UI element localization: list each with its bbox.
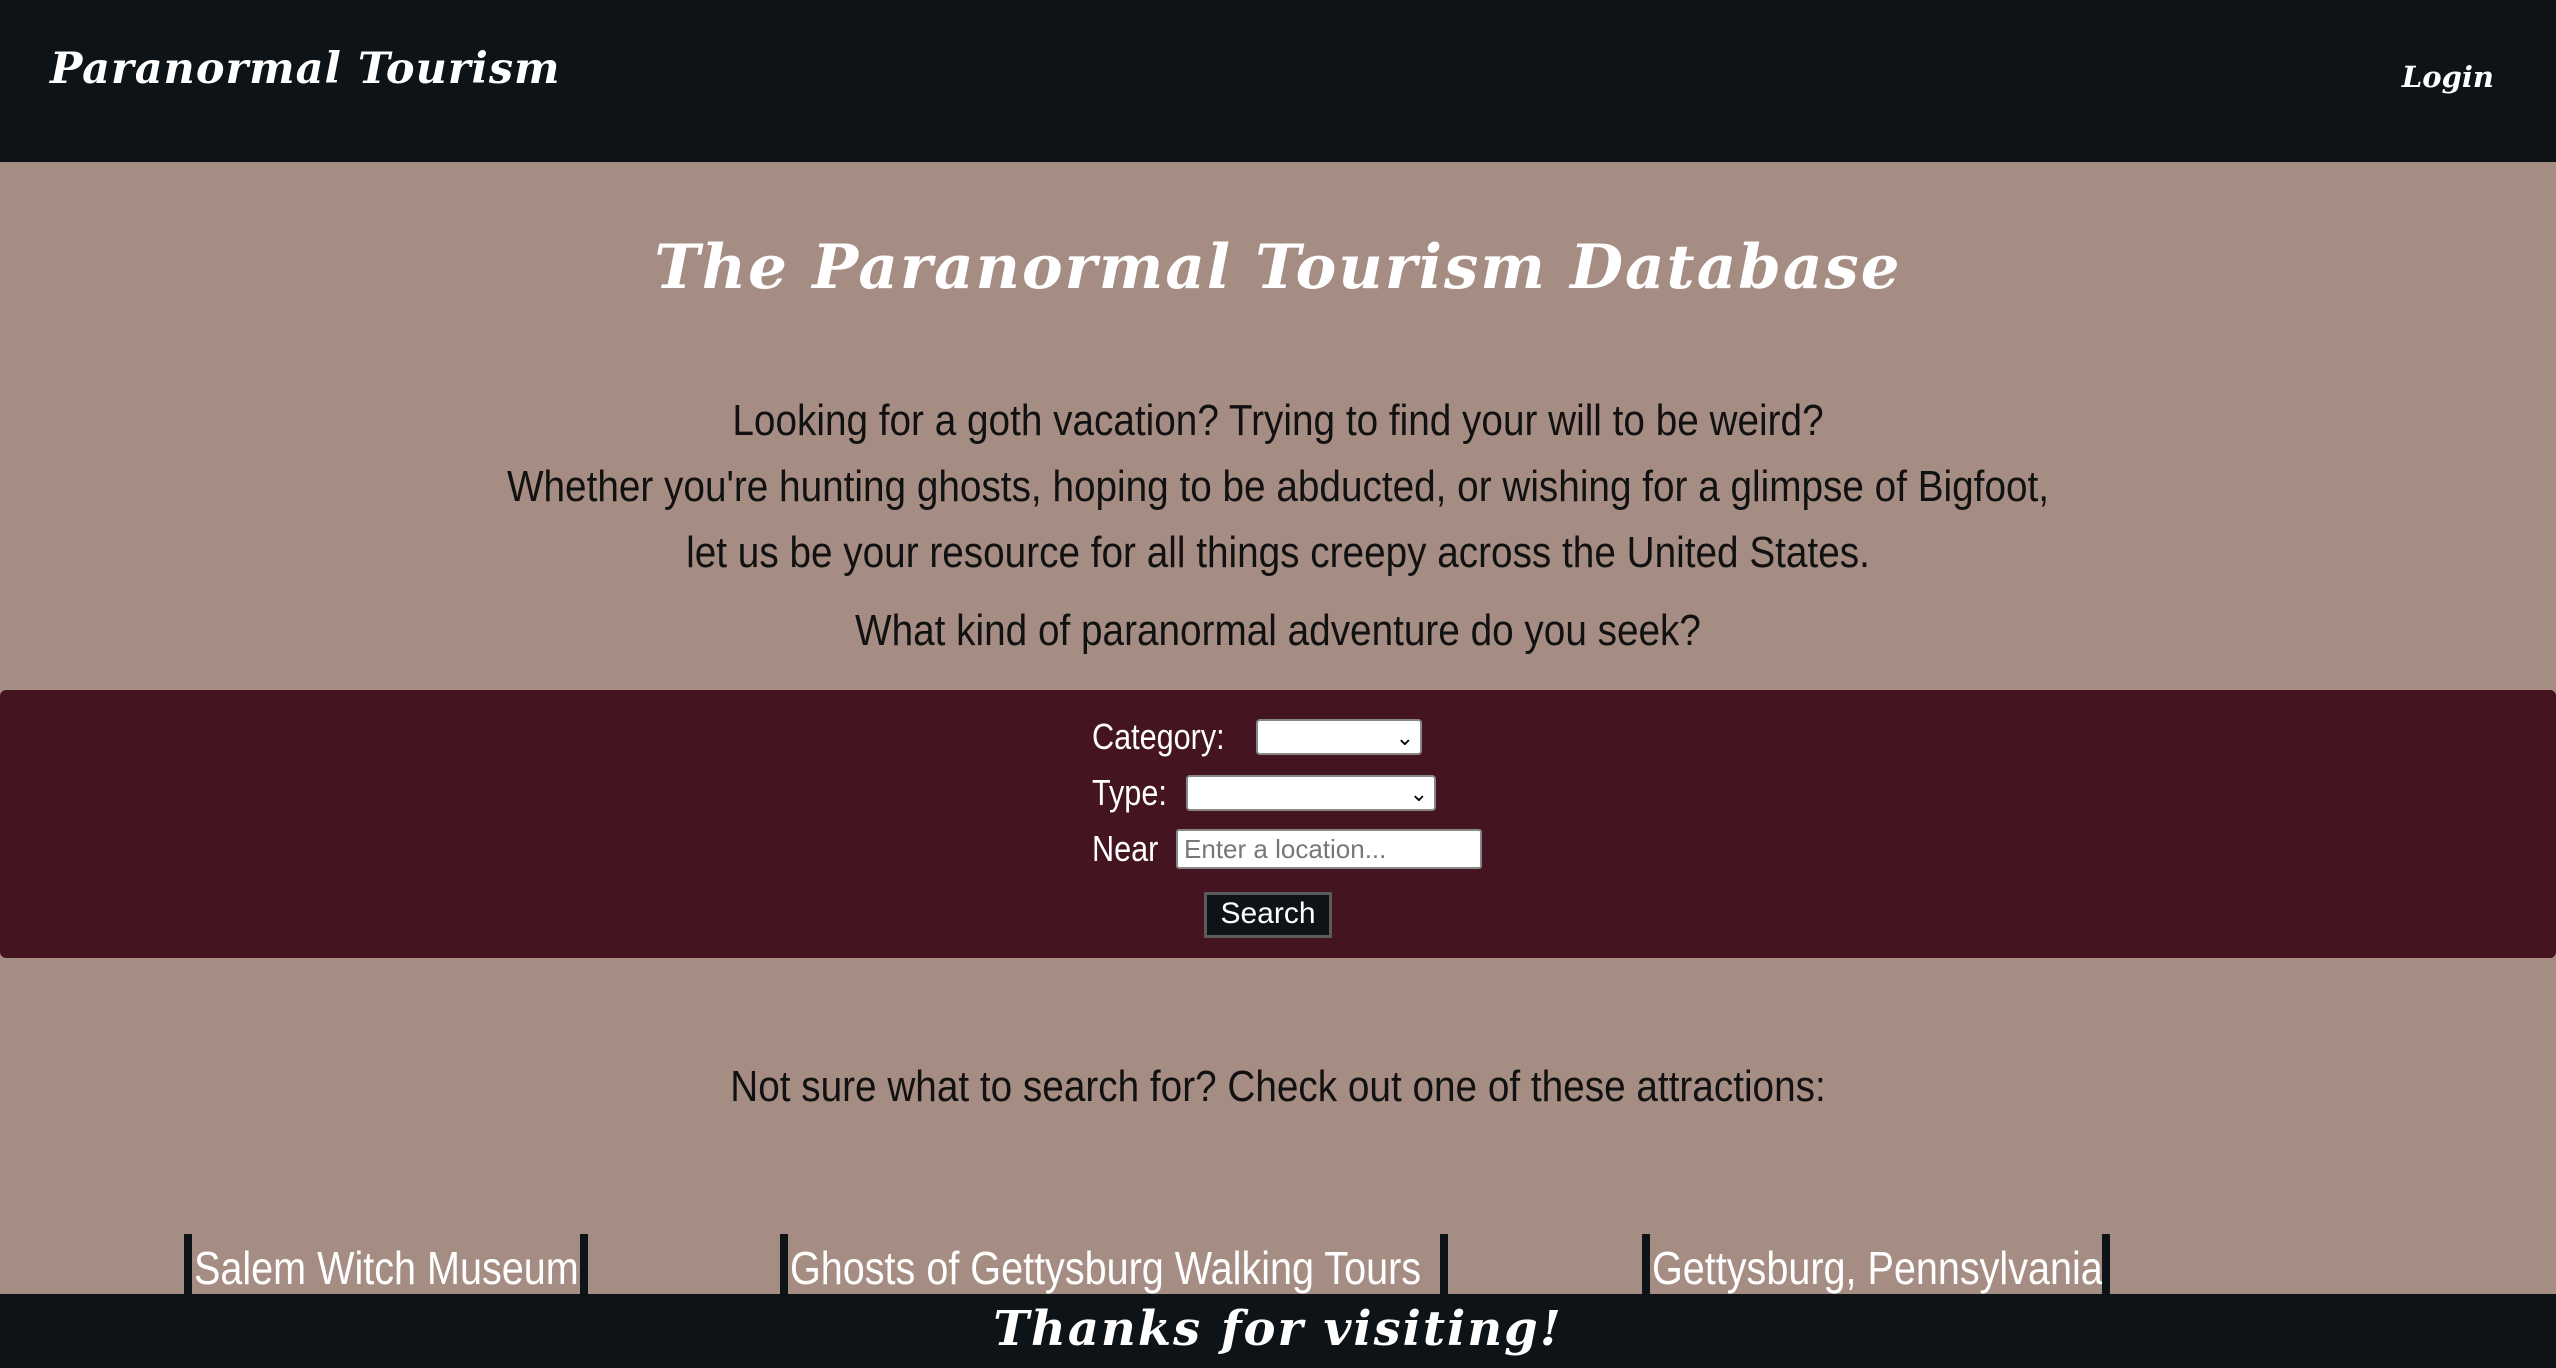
brand-logo-text[interactable]: Paranormal Tourism xyxy=(50,44,561,94)
navbar: Paranormal Tourism Login xyxy=(0,0,2556,162)
type-select[interactable]: ⌄ xyxy=(1186,775,1437,811)
attraction-link-salem-witch-museum[interactable]: Salem Witch Museum xyxy=(184,1234,588,1294)
search-prompt: What kind of paranormal adventure do you… xyxy=(855,606,1701,655)
login-link[interactable]: Login xyxy=(2402,60,2494,94)
location-input[interactable] xyxy=(1176,829,1483,869)
attraction-label: Gettysburg, Pennsylvania xyxy=(1652,1242,2103,1294)
intro-text: Looking for a goth vacation? Trying to f… xyxy=(153,388,2402,586)
category-select[interactable]: ⌄ xyxy=(1256,719,1423,755)
search-button[interactable]: Search xyxy=(1204,892,1332,938)
category-row: Category: ⌄ xyxy=(1092,716,1423,758)
near-label: Near xyxy=(1092,828,1159,869)
intro-line-1: Looking for a goth vacation? Trying to f… xyxy=(732,396,1824,445)
near-row: Near xyxy=(1092,828,1483,870)
attraction-link-ghosts-of-gettysburg[interactable]: Ghosts of Gettysburg Walking Tours xyxy=(780,1234,1448,1294)
suggestions-heading: Not sure what to search for? Check out o… xyxy=(730,1062,1826,1111)
page-title: The Paranormal Tourism Database xyxy=(654,232,1902,303)
intro-line-2: Whether you're hunting ghosts, hoping to… xyxy=(506,462,2050,511)
attraction-label: Salem Witch Museum xyxy=(194,1242,579,1294)
chevron-down-icon: ⌄ xyxy=(1409,781,1429,806)
type-label: Type: xyxy=(1092,772,1167,813)
chevron-down-icon: ⌄ xyxy=(1395,725,1415,750)
attraction-label: Ghosts of Gettysburg Walking Tours xyxy=(790,1242,1422,1294)
type-row: Type: ⌄ xyxy=(1092,772,1437,814)
intro-line-3: let us be your resource for all things c… xyxy=(686,528,1870,577)
attraction-link-gettysburg-pennsylvania[interactable]: Gettysburg, Pennsylvania xyxy=(1642,1234,2110,1294)
category-label: Category: xyxy=(1092,716,1225,757)
footer: Thanks for visiting! xyxy=(0,1294,2556,1368)
